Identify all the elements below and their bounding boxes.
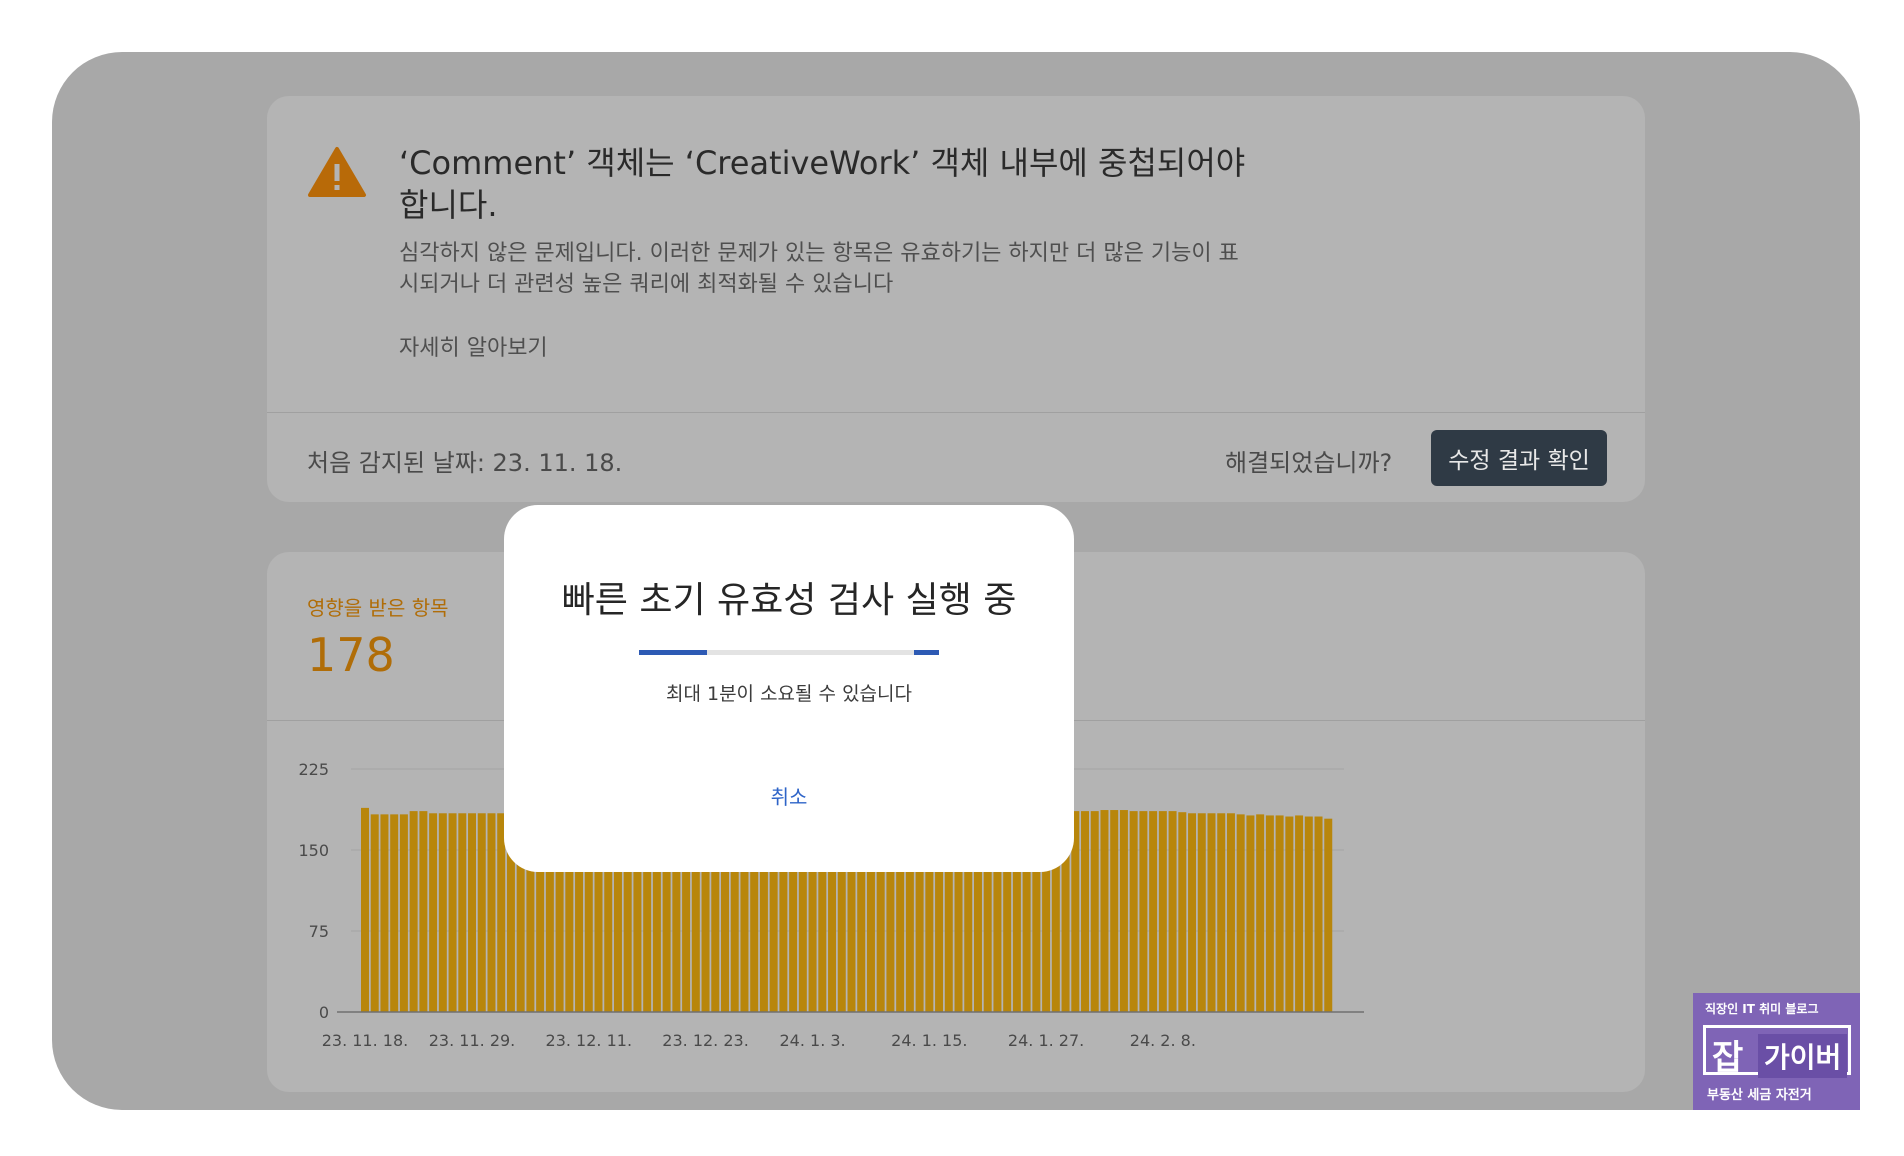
blog-badge-logo: 직장인 IT 취미 블로그 잡 가이버 부동산 세금 자전거 [1693, 993, 1860, 1110]
cancel-button[interactable]: 취소 [739, 775, 839, 815]
progress-segment [639, 650, 707, 655]
badge-char: 잡 [1712, 1038, 1744, 1078]
badge-box: 잡 가이버 [1703, 1025, 1851, 1078]
dimmed-page: ‘Comment’ 객체는 ‘CreativeWork’ 객체 내부에 중첩되어… [52, 52, 1860, 1110]
validation-dialog: 빠른 초기 유효성 검사 실행 중 최대 1분이 소요될 수 있습니다 취소 [504, 505, 1074, 872]
progress-bar [639, 650, 939, 655]
badge-name: 가이버 [1758, 1034, 1848, 1078]
progress-segment [914, 650, 939, 655]
dialog-note: 최대 1분이 소요될 수 있습니다 [665, 683, 912, 705]
badge-tagline: 직장인 IT 취미 블로그 [1705, 1002, 1819, 1016]
badge-subtitle: 부동산 세금 자전거 [1707, 1088, 1812, 1103]
dialog-title: 빠른 초기 유효성 검사 실행 중 [561, 580, 1017, 621]
